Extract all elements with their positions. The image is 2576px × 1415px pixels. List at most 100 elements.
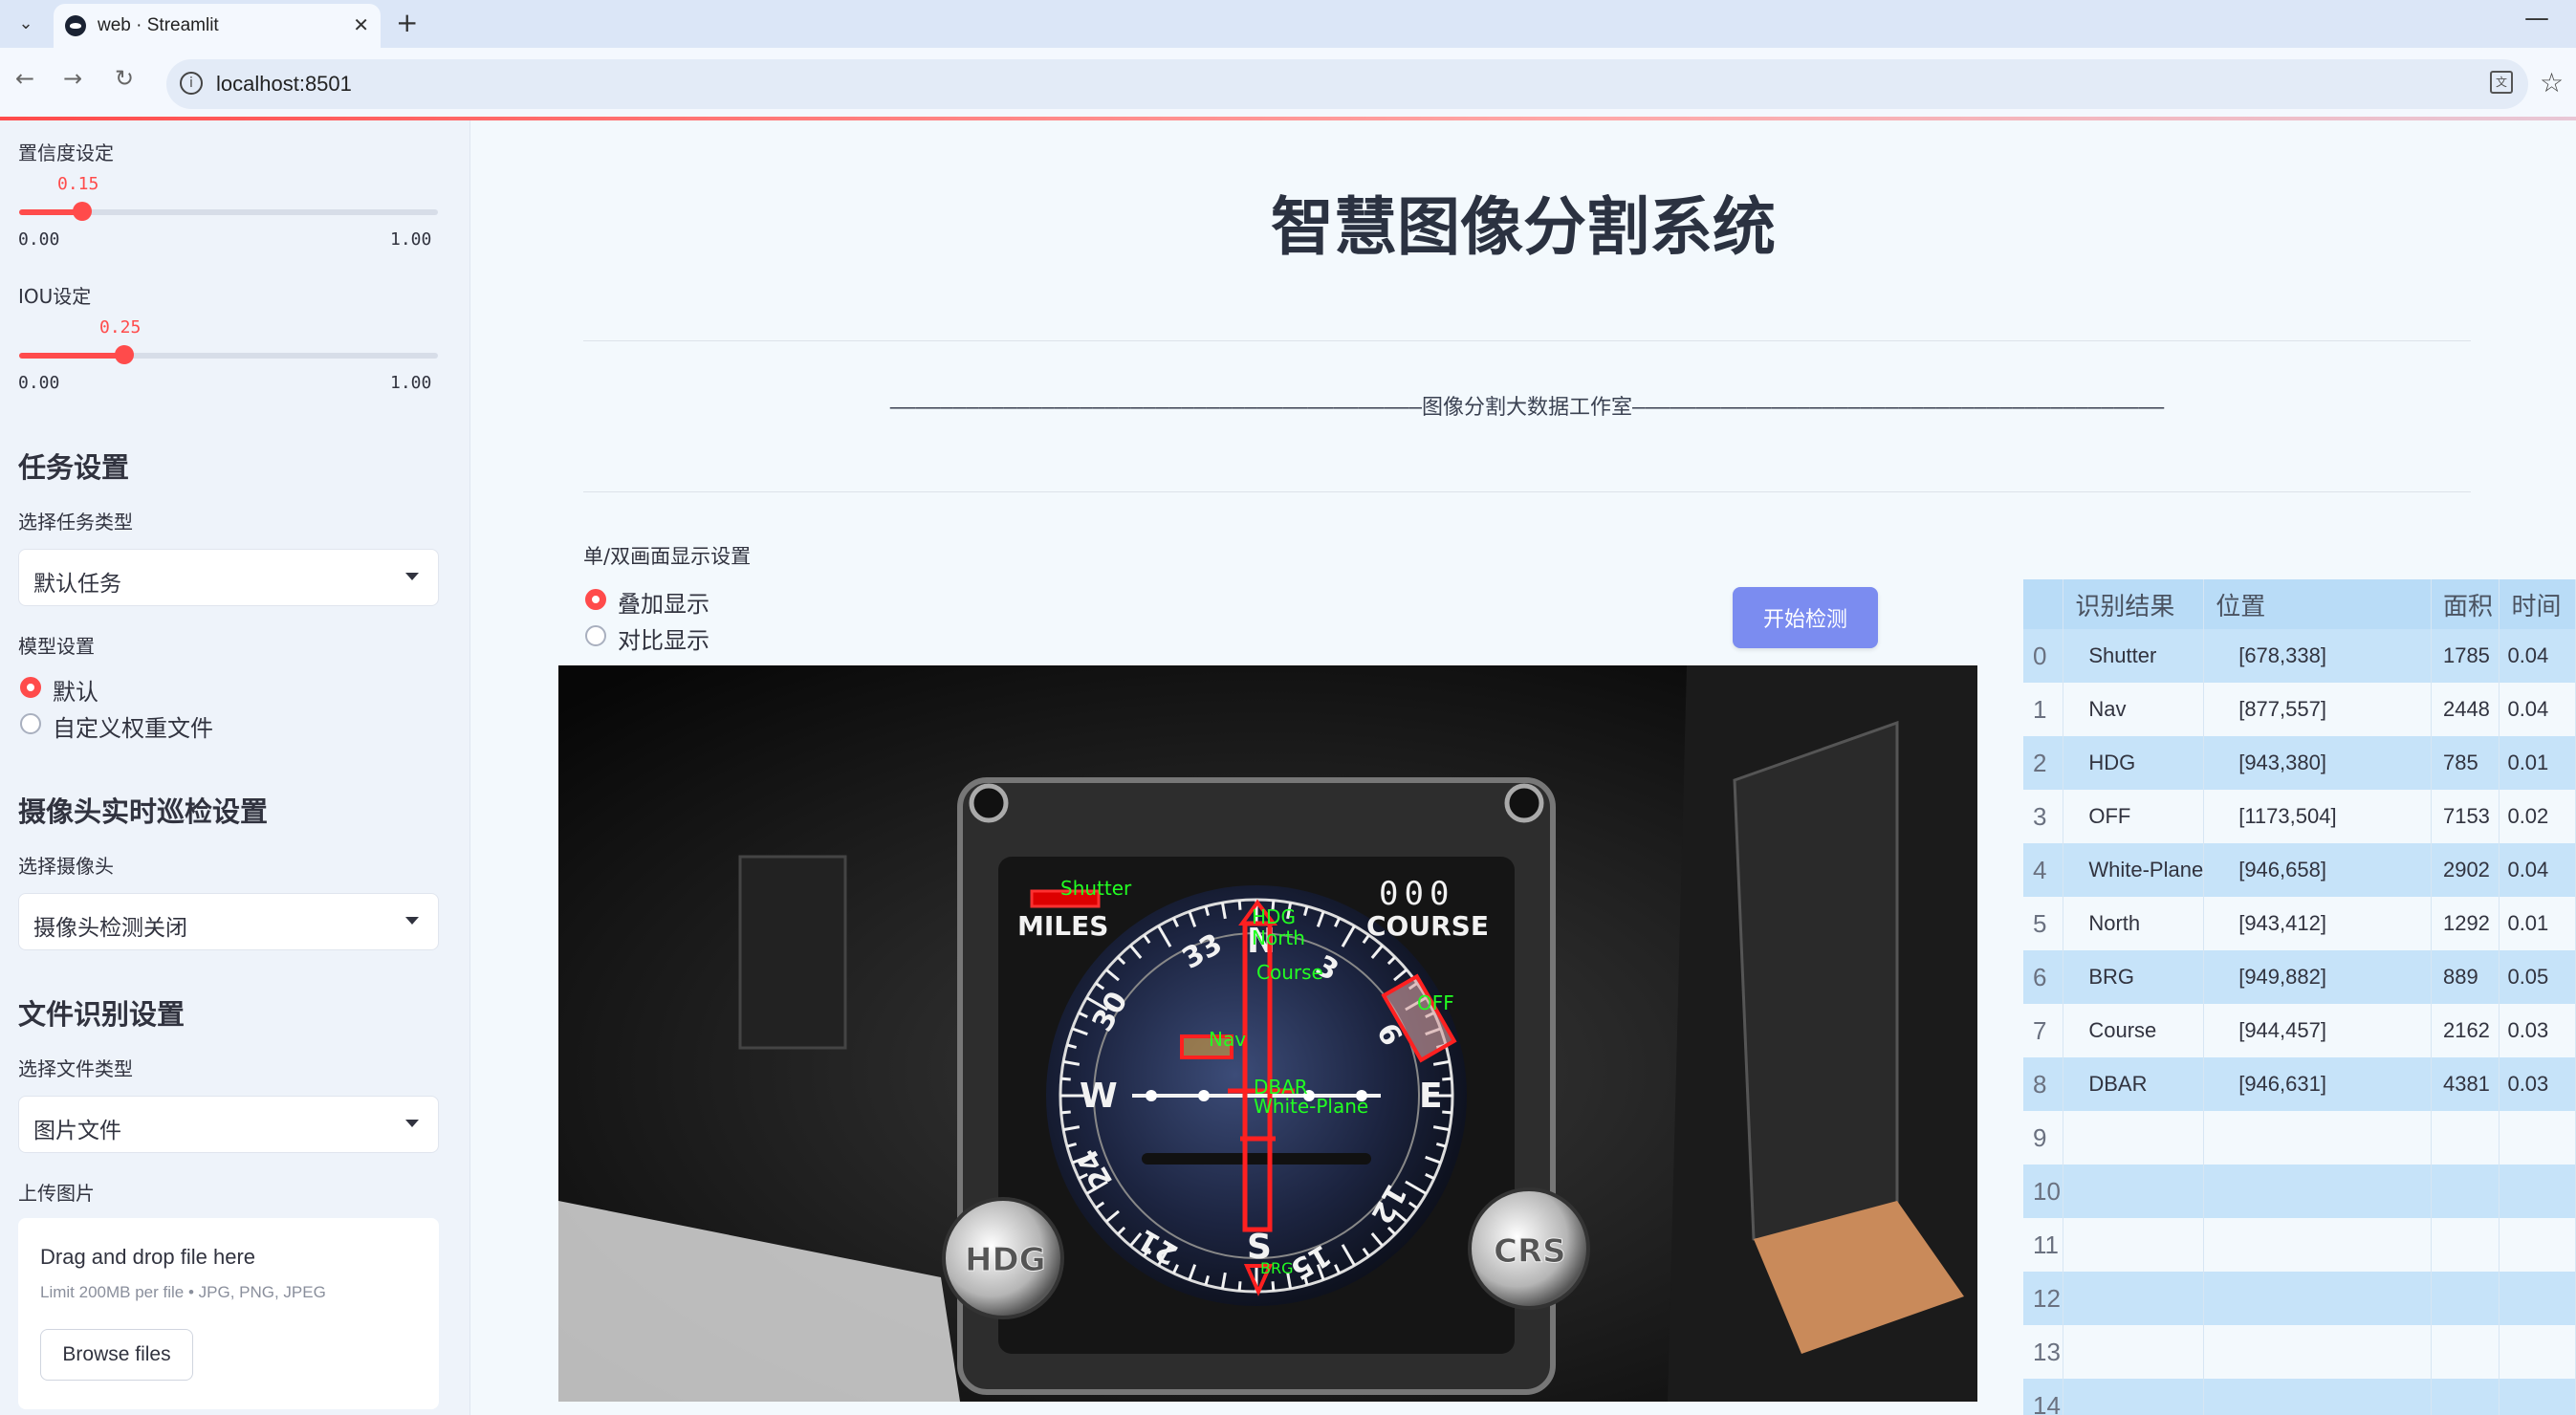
radio-unselected-icon[interactable]: [585, 625, 606, 646]
radio-selected-icon[interactable]: [20, 677, 41, 698]
table-row[interactable]: 10: [2023, 1165, 2576, 1218]
browser-tab[interactable]: web · Streamlit ✕: [54, 4, 381, 48]
dial-course-counter: 000: [1379, 875, 1454, 913]
row-time: 0.04: [2499, 629, 2576, 683]
radio-selected-icon[interactable]: [585, 589, 606, 610]
table-row[interactable]: 13: [2023, 1325, 2576, 1379]
forward-arrow-icon[interactable]: →: [63, 65, 82, 92]
task-type-label: 选择任务类型: [18, 511, 133, 533]
new-tab-plus-icon[interactable]: +: [396, 7, 418, 38]
row-position: [2203, 1218, 2432, 1272]
row-name: DBAR: [2063, 1057, 2205, 1111]
row-time: 0.01: [2499, 736, 2576, 790]
table-row[interactable]: 8 DBAR [946,631] 4381 0.03: [2023, 1057, 2576, 1111]
chevron-down-icon: [405, 917, 419, 925]
table-row[interactable]: 2 HDG [943,380] 785 0.01: [2023, 736, 2576, 790]
table-row[interactable]: 11: [2023, 1218, 2576, 1272]
file-dropzone[interactable]: Drag and drop file here Limit 200MB per …: [18, 1218, 439, 1409]
row-area: [2431, 1111, 2500, 1165]
table-row[interactable]: 14: [2023, 1379, 2576, 1415]
compass-tick: [1271, 1281, 1276, 1292]
row-index: 5: [2023, 897, 2064, 950]
confidence-slider-thumb[interactable]: [72, 202, 92, 221]
detection-label-off: OFF: [1417, 991, 1454, 1014]
row-index: 2: [2023, 736, 2064, 790]
radio-unselected-icon[interactable]: [20, 713, 41, 734]
compass-tick: [1237, 1281, 1242, 1292]
file-type-label: 选择文件类型: [18, 1057, 133, 1080]
table-row[interactable]: 12: [2023, 1272, 2576, 1325]
back-arrow-icon[interactable]: ←: [15, 65, 34, 92]
detection-label-shutter: Shutter: [1060, 877, 1132, 900]
row-time: [2499, 1218, 2576, 1272]
row-area: [2431, 1325, 2500, 1379]
row-position: [943,412]: [2203, 897, 2432, 950]
table-row[interactable]: 7 Course [944,457] 2162 0.03: [2023, 1004, 2576, 1057]
dial-course-label: COURSE: [1366, 910, 1489, 942]
table-row[interactable]: 5 North [943,412] 1292 0.01: [2023, 897, 2576, 950]
divider: [583, 340, 2471, 341]
row-index: 10: [2023, 1165, 2064, 1218]
row-time: [2499, 1111, 2576, 1165]
compass-e: E: [1419, 1077, 1443, 1116]
row-index: 14: [2023, 1379, 2064, 1415]
confidence-max: 1.00: [390, 229, 432, 250]
iou-slider-thumb[interactable]: [114, 345, 134, 364]
col-time[interactable]: 时间: [2499, 579, 2576, 629]
row-position: [2203, 1165, 2432, 1218]
table-row[interactable]: 4 White-Plane [946,658] 2902 0.04: [2023, 843, 2576, 897]
confidence-value: 0.15: [57, 174, 99, 194]
row-name: BRG: [2063, 950, 2205, 1004]
table-row[interactable]: 9: [2023, 1111, 2576, 1165]
col-area[interactable]: 面积: [2431, 579, 2500, 629]
row-index: 1: [2023, 683, 2064, 736]
studio-banner: ————————————————————————————————————————…: [889, 396, 2165, 420]
row-area: 785: [2431, 736, 2500, 790]
confidence-slider[interactable]: [19, 202, 438, 221]
row-position: [949,882]: [2203, 950, 2432, 1004]
divider: [583, 491, 2471, 492]
translate-icon[interactable]: 文: [2490, 71, 2513, 94]
row-index: 3: [2023, 790, 2064, 843]
bookmark-star-icon[interactable]: ☆: [2540, 67, 2564, 98]
url-field[interactable]: i localhost:8501: [166, 59, 2528, 109]
results-table-body: 0 Shutter [678,338] 1785 0.04 1 Nav [877,557] 24…: [2023, 629, 2576, 1415]
file-type-select[interactable]: 图片文件: [18, 1096, 439, 1153]
row-name: [2063, 1165, 2205, 1218]
page-title: 智慧图像分割系统: [1271, 190, 1776, 264]
row-position: [1173,504]: [2203, 790, 2432, 843]
tab-list-chevron-icon[interactable]: ⌄: [10, 8, 42, 40]
table-row[interactable]: 0 Shutter [678,338] 1785 0.04: [2023, 629, 2576, 683]
chevron-down-icon: [405, 1120, 419, 1127]
site-info-icon[interactable]: i: [180, 72, 203, 95]
task-type-select[interactable]: 默认任务: [18, 549, 439, 606]
row-area: [2431, 1272, 2500, 1325]
detection-label-hdg: HDG: [1252, 905, 1296, 928]
knob-hdg-label: HDG: [965, 1241, 1046, 1279]
col-name[interactable]: 识别结果: [2063, 579, 2205, 629]
file-settings-heading: 文件识别设置: [18, 998, 186, 1031]
compass-tick: [1442, 1110, 1452, 1115]
camera-select[interactable]: 摄像头检测关闭: [18, 893, 439, 950]
browse-files-button[interactable]: Browse files: [40, 1329, 193, 1381]
table-row[interactable]: 6 BRG [949,882] 889 0.05: [2023, 950, 2576, 1004]
instrument-photo: N E W S 33 30 3 6 12 15 21 24 MILES COUR…: [558, 665, 1977, 1402]
row-time: [2499, 1165, 2576, 1218]
row-index: 13: [2023, 1325, 2064, 1379]
confidence-label: 置信度设定: [18, 142, 114, 164]
close-tab-icon[interactable]: ✕: [353, 13, 369, 36]
browser-tab-bar: ⌄ web · Streamlit ✕ + —: [0, 0, 2576, 48]
results-table[interactable]: 识别结果 位置 面积 时间 0 Shutter [678,338] 1785 0.04 1…: [2023, 579, 2576, 1415]
table-row[interactable]: 3 OFF [1173,504] 7153 0.02: [2023, 790, 2576, 843]
row-time: 0.05: [2499, 950, 2576, 1004]
reload-icon[interactable]: ↻: [115, 65, 134, 92]
col-position[interactable]: 位置: [2203, 579, 2432, 629]
row-name: [2063, 1111, 2205, 1165]
minimize-window-icon[interactable]: —: [2524, 4, 2549, 33]
start-detection-button[interactable]: 开始检测: [1733, 587, 1878, 648]
iou-slider[interactable]: [19, 345, 438, 364]
row-area: 4381: [2431, 1057, 2500, 1111]
table-row[interactable]: 1 Nav [877,557] 2448 0.04: [2023, 683, 2576, 736]
model-settings-label: 模型设置: [18, 635, 95, 658]
compass-tick: [1237, 900, 1242, 910]
